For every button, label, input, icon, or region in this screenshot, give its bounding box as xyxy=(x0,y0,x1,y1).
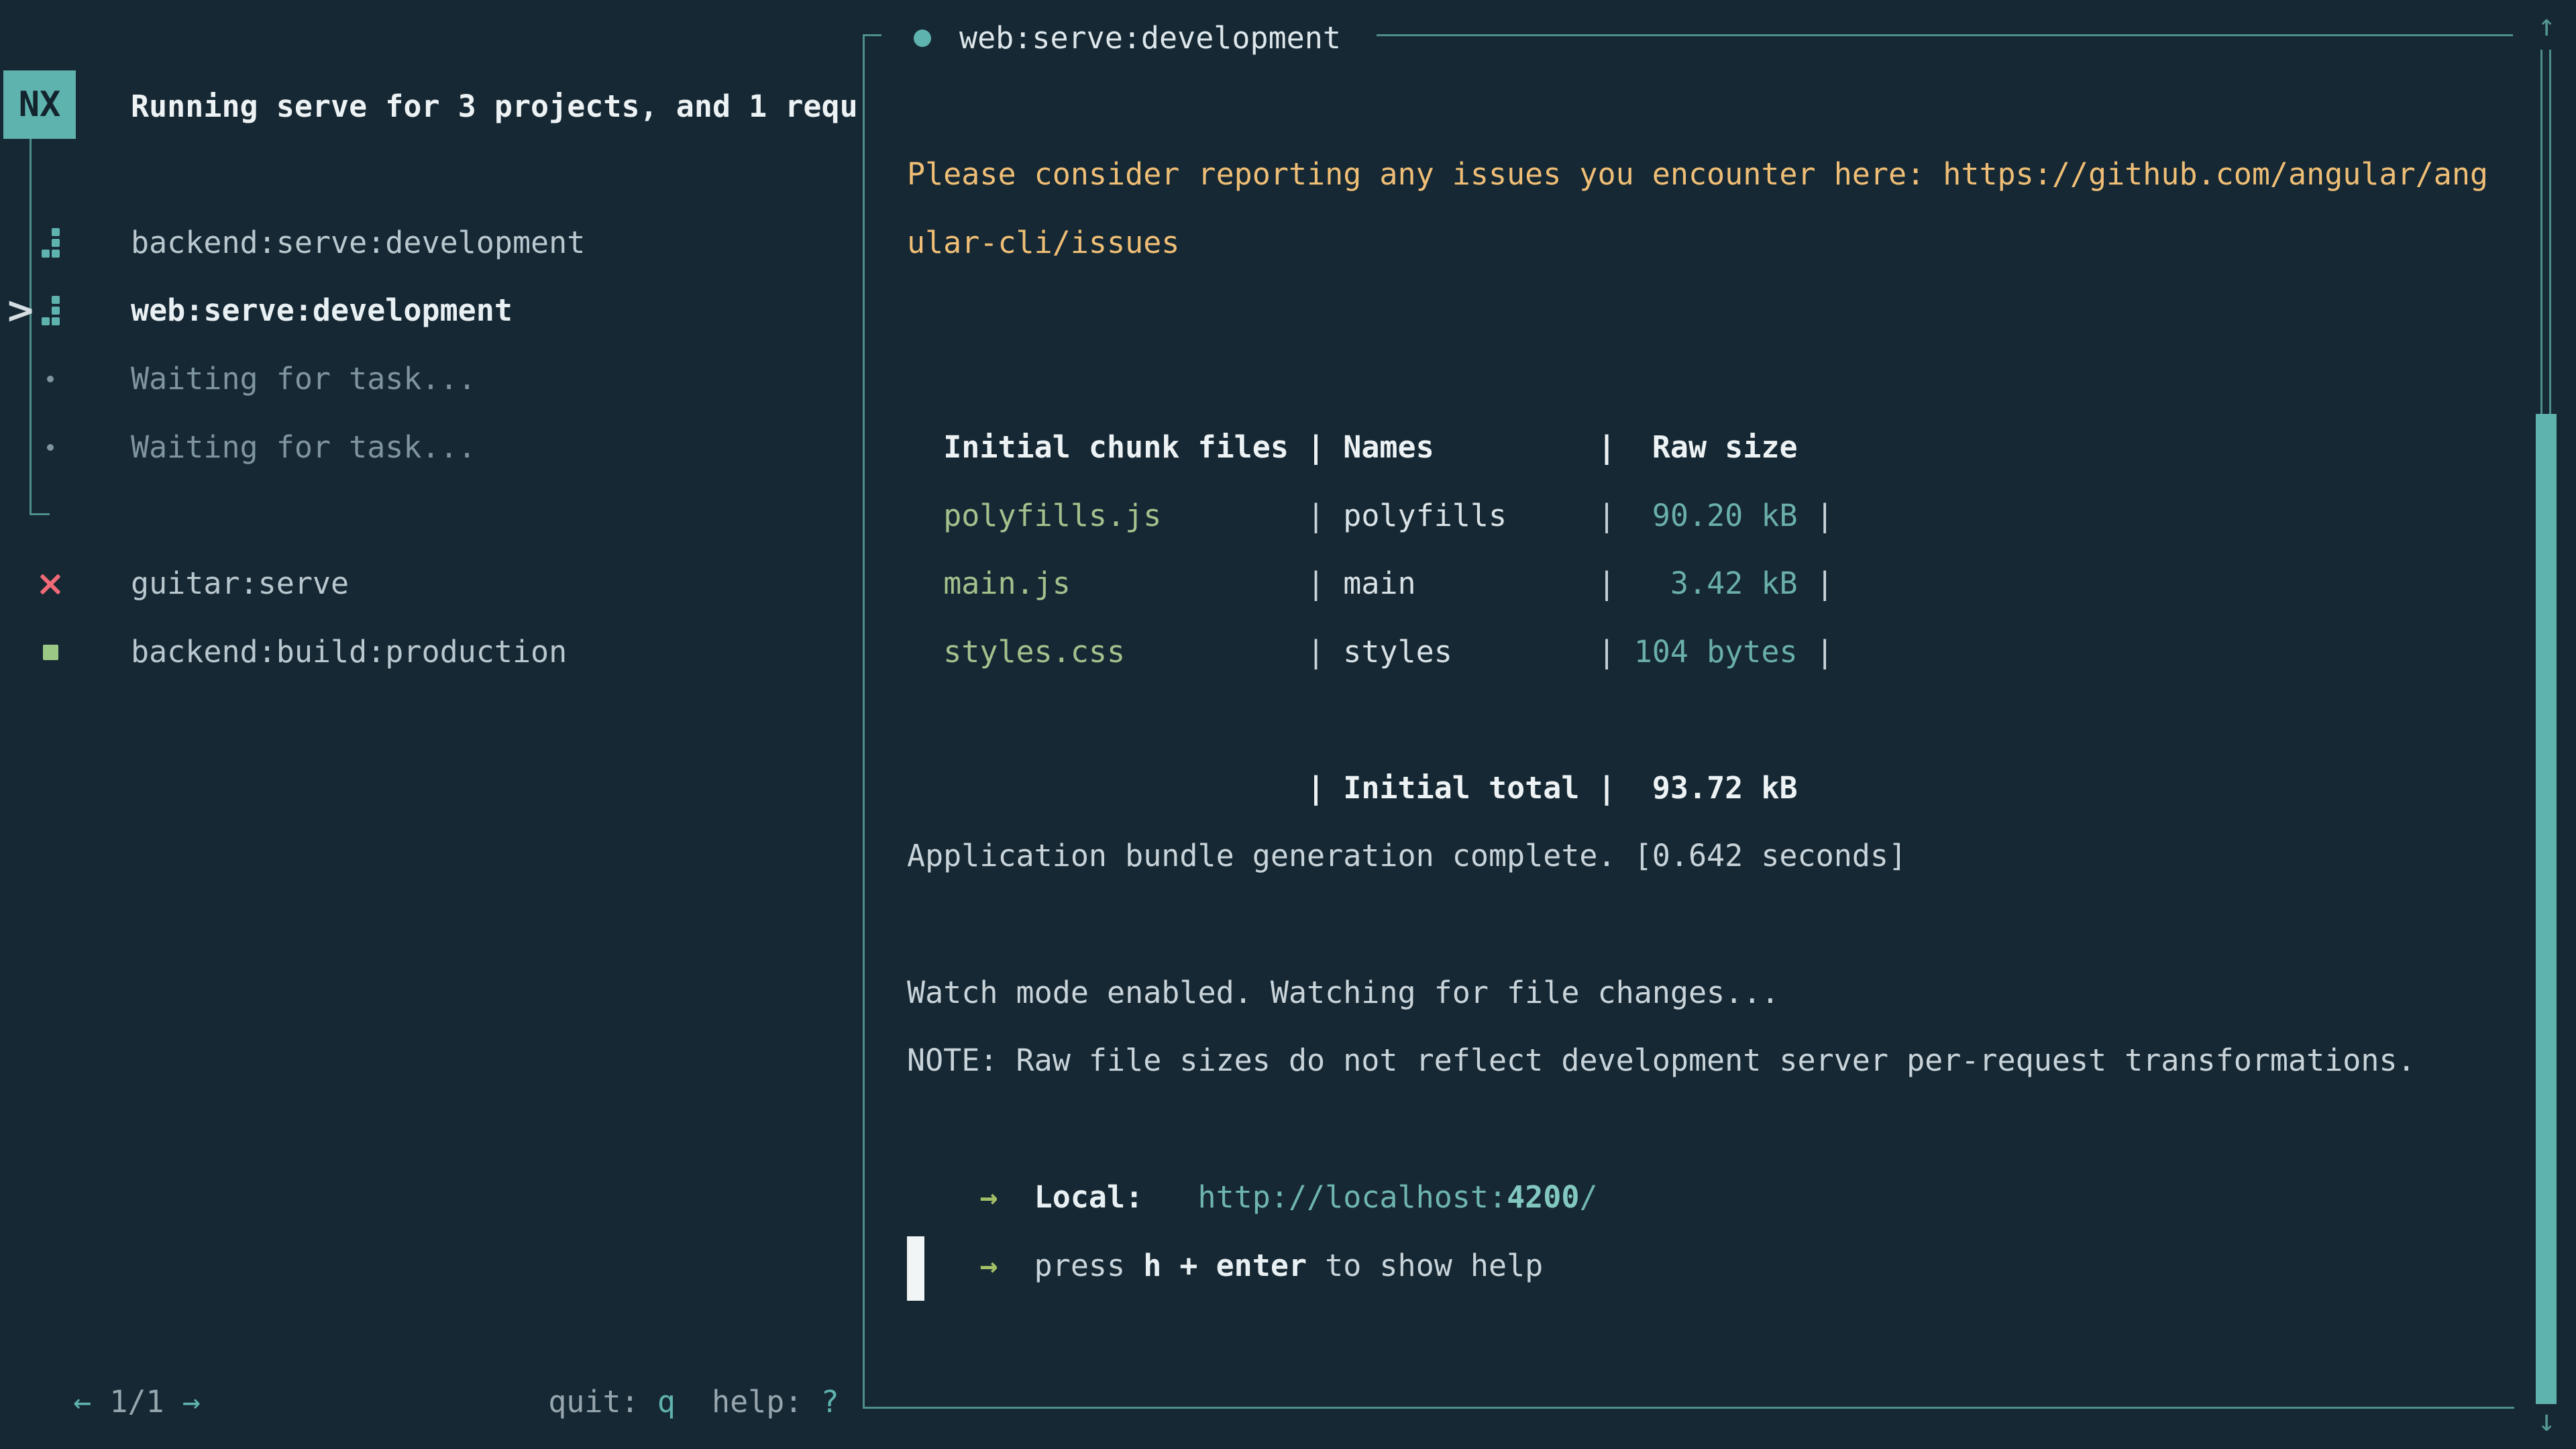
note-line: NOTE: Raw file sizes do not reflect deve… xyxy=(907,1026,2416,1095)
task-label: Waiting for task... xyxy=(131,413,476,482)
chunk-table-total-row: | Initial total | 93.72 kB xyxy=(907,686,1798,822)
success-square-icon xyxy=(43,645,58,660)
task-label: backend:build:production xyxy=(131,618,567,686)
total-pad xyxy=(943,770,1307,806)
task-row-waiting-2[interactable]: Waiting for task... xyxy=(0,413,863,482)
waiting-dot-icon xyxy=(47,444,54,451)
chunk-file: styles.css xyxy=(943,634,1307,669)
panel-border-left xyxy=(863,34,865,1409)
arrow-right-icon: → xyxy=(943,1248,1034,1283)
help-hint-line: → press h + enter to show help xyxy=(907,1163,1543,1300)
panel-border-corner xyxy=(863,34,881,36)
page-prev-arrow-icon[interactable]: ← xyxy=(73,1384,91,1419)
task-label: Waiting for task... xyxy=(131,345,476,413)
scroll-down-arrow-icon[interactable]: ↓ xyxy=(2526,1401,2567,1441)
quit-hint-label: quit: xyxy=(548,1384,657,1419)
scroll-up-arrow-icon[interactable]: ↑ xyxy=(2526,5,2567,46)
task-row-backend-build[interactable]: backend:build:production xyxy=(0,618,863,686)
scrollbar-thumb[interactable] xyxy=(2536,414,2557,1404)
chunk-table-row: styles.css | styles | 104 bytes | xyxy=(907,549,1834,686)
table-separator: | xyxy=(1598,634,1634,669)
angular-notice-line-1: Please consider reporting any issues you… xyxy=(907,140,2488,209)
page-next-arrow-icon[interactable]: → xyxy=(182,1384,201,1419)
keyboard-hints: quit: q help: ? xyxy=(512,1299,839,1436)
chunk-size: 104 bytes xyxy=(1634,634,1798,669)
angular-notice-line-2: ular-cli/issues xyxy=(907,209,1179,277)
task-row-web-serve[interactable]: web:serve:development xyxy=(0,276,863,345)
hint-spacer xyxy=(676,1384,712,1419)
help-hint-label: help: xyxy=(712,1384,821,1419)
task-row-waiting-1[interactable]: Waiting for task... xyxy=(0,345,863,413)
scrollbar-track[interactable] xyxy=(2549,50,2551,414)
spinner-icon xyxy=(42,296,60,325)
watch-mode-line: Watch mode enabled. Watching for file ch… xyxy=(907,959,1779,1027)
table-separator: | xyxy=(1598,770,1634,806)
task-row-backend-serve[interactable]: backend:serve:development xyxy=(0,209,863,277)
running-bullet-icon xyxy=(914,30,931,47)
table-separator: | xyxy=(1307,634,1343,669)
task-tree-line-foot xyxy=(30,513,50,515)
waiting-dot-icon xyxy=(47,376,54,382)
panel-title: web:serve:development xyxy=(959,4,1341,72)
task-row-guitar-serve[interactable]: guitar:serve xyxy=(0,549,863,618)
failed-cross-icon xyxy=(39,573,62,596)
help-key-combo: h + enter xyxy=(1143,1248,1307,1283)
table-separator: | xyxy=(1307,770,1343,806)
bundle-complete-line: Application bundle generation complete. … xyxy=(907,822,1907,890)
terminal-cursor xyxy=(907,1236,924,1301)
scrollbar-track[interactable] xyxy=(2540,50,2542,414)
help-pre-text: press xyxy=(1034,1248,1144,1283)
page-indicator: 1/1 xyxy=(91,1384,182,1419)
total-size: 93.72 kB xyxy=(1634,770,1798,806)
panel-border-bottom xyxy=(863,1407,2514,1409)
sidebar-header-title: Running serve for 3 projects, and 1 requ xyxy=(131,72,858,141)
pagination: ← 1/1 → xyxy=(37,1299,201,1436)
task-label: backend:serve:development xyxy=(131,209,585,277)
url-suffix[interactable]: / xyxy=(1579,1179,1597,1215)
chunk-name: styles xyxy=(1343,634,1597,669)
total-label: Initial total xyxy=(1343,770,1597,806)
task-label: web:serve:development xyxy=(131,276,513,345)
quit-key: q xyxy=(657,1384,676,1419)
help-post-text: to show help xyxy=(1307,1248,1543,1283)
spinner-icon xyxy=(42,228,60,258)
task-label: guitar:serve xyxy=(131,549,349,618)
table-separator: | xyxy=(1798,634,1834,669)
help-key: ? xyxy=(821,1384,839,1419)
nx-logo: NX xyxy=(3,70,76,139)
panel-border-top xyxy=(1377,34,2513,36)
